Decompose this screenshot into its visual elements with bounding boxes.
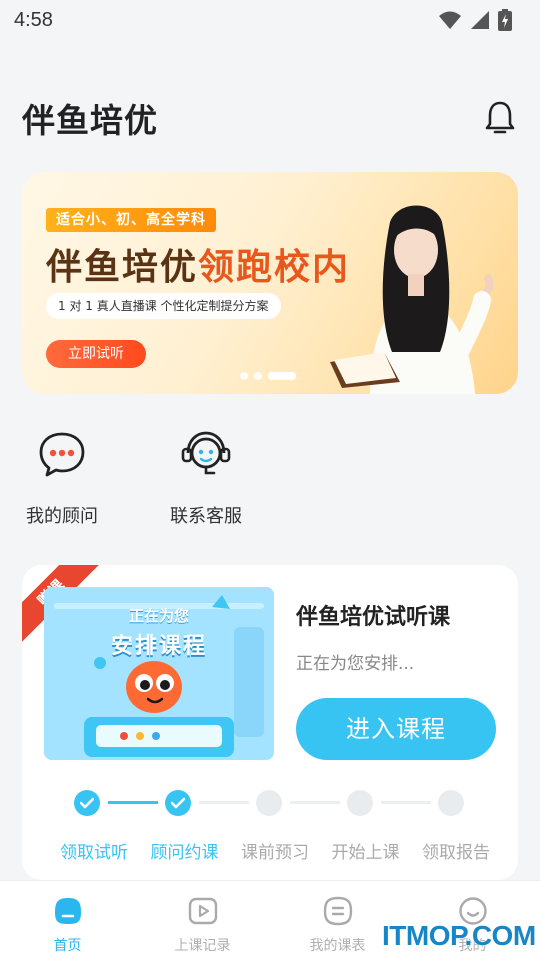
- tab-class-records[interactable]: 上课记录: [135, 881, 270, 960]
- pager-dot-active[interactable]: [268, 372, 296, 380]
- step-node-pending: [256, 790, 282, 816]
- step-node-pending: [347, 790, 373, 816]
- check-icon: [171, 797, 185, 809]
- chat-bubble-icon: [39, 432, 85, 477]
- thumb-caption: 正在为您 安排课程: [44, 605, 274, 660]
- promo-banner[interactable]: 适合小、初、高全学科 伴鱼培优领跑校内 1 对 1 真人直播课 个性化定制提分方…: [22, 172, 518, 394]
- shortcut-label: 联系客服: [170, 506, 242, 527]
- home-icon: [54, 898, 81, 924]
- battery-charging-icon: [498, 9, 512, 31]
- status-bar: 4:58: [0, 0, 540, 40]
- teacher-illustration: [330, 205, 494, 394]
- signal-icon: [471, 11, 489, 29]
- pager-dot[interactable]: [254, 372, 262, 380]
- banner-tag: 适合小、初、高全学科: [46, 208, 216, 232]
- tab-label: 首页: [53, 938, 82, 954]
- progress-steps: [74, 790, 466, 816]
- tab-icon-wrap: [322, 895, 354, 927]
- step-connector: [108, 801, 158, 804]
- bell-icon: [485, 101, 515, 134]
- banner-headline: 伴鱼培优领跑校内: [46, 238, 350, 290]
- step-label: 领取报告: [422, 843, 490, 863]
- shortcut-customer-service[interactable]: 联系客服: [166, 428, 246, 528]
- step-node-done: [165, 790, 191, 816]
- thumb-caption-main: 安排课程: [110, 634, 207, 659]
- status-time: 4:58: [14, 8, 53, 31]
- course-status: 正在为您安排...: [296, 654, 415, 674]
- step-label: 顾问约课: [150, 843, 219, 863]
- schedule-icon: [323, 896, 352, 926]
- banner-headline-accent: 领跑校内: [198, 247, 351, 288]
- step-connector: [381, 801, 431, 804]
- shortcut-row: 我的顾问 联系客服: [22, 428, 246, 528]
- shortcut-my-advisor[interactable]: 我的顾问: [22, 428, 102, 528]
- play-record-icon: [188, 897, 217, 925]
- shortcut-icon-wrap: [36, 428, 88, 480]
- shortcut-label: 我的顾问: [26, 506, 98, 527]
- step-connector: [199, 801, 249, 804]
- app-title: 伴鱼培优: [22, 101, 158, 140]
- tab-icon-wrap: [52, 895, 84, 927]
- header: 伴鱼培优: [22, 92, 518, 144]
- tab-icon-wrap: [187, 895, 219, 927]
- thumb-caption-top: 正在为您: [128, 607, 189, 625]
- banner-subtitle: 1 对 1 真人直播课 个性化定制提分方案: [46, 293, 281, 319]
- tab-label: 上课记录: [174, 938, 231, 954]
- pager-dot[interactable]: [240, 372, 248, 380]
- trial-button[interactable]: 立即试听: [46, 340, 146, 368]
- course-title: 伴鱼培优试听课: [296, 605, 451, 630]
- step-label: 开始上课: [331, 843, 400, 863]
- step-node-done: [74, 790, 100, 816]
- step-labels: 领取试听 顾问约课 课前预习 开始上课 领取报告: [60, 838, 490, 863]
- banner-pager: [240, 372, 296, 380]
- trial-course-card[interactable]: 赠课 正在为您 安排课程 伴鱼培优试听课 正在为您安排... 进入课程: [22, 565, 518, 880]
- shortcut-icon-wrap: [180, 428, 232, 480]
- enter-course-button[interactable]: 进入课程: [296, 698, 496, 760]
- step-label: 课前预习: [241, 843, 309, 863]
- check-icon: [80, 797, 94, 809]
- step-connector: [290, 801, 340, 804]
- step-node-pending: [438, 790, 464, 816]
- banner-headline-main: 伴鱼培优: [46, 247, 199, 288]
- headset-icon: [181, 431, 231, 475]
- wifi-icon: [439, 11, 461, 29]
- status-icons: [438, 9, 512, 31]
- course-thumbnail: 正在为您 安排课程: [44, 587, 274, 760]
- tab-home[interactable]: 首页: [0, 881, 135, 960]
- tab-label: 我的课表: [309, 938, 366, 954]
- step-label: 领取试听: [60, 843, 128, 863]
- bell-button[interactable]: [482, 98, 518, 138]
- watermark: ITMOP.COM: [382, 920, 536, 951]
